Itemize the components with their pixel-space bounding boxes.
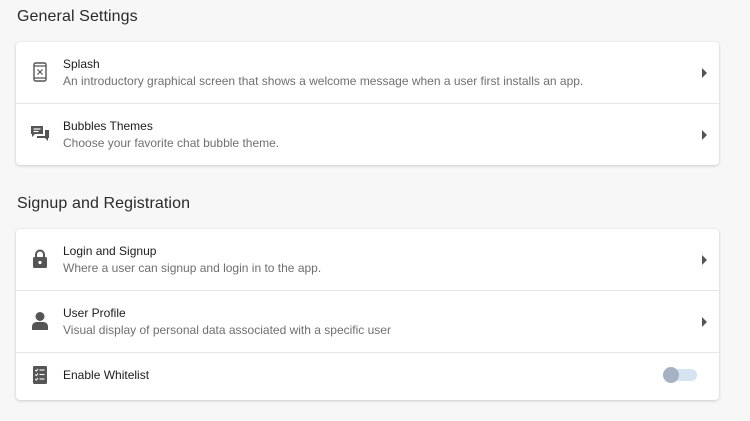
settings-item-text: User Profile Visual display of personal …: [63, 305, 679, 339]
settings-item-login-signup[interactable]: Login and Signup Where a user can signup…: [16, 229, 719, 291]
settings-page: General Settings Splash An introductory …: [0, 0, 750, 421]
chevron-right-icon[interactable]: [702, 130, 707, 140]
chat-bubbles-icon: [30, 124, 50, 144]
general-settings-card: Splash An introductory graphical screen …: [16, 42, 719, 165]
settings-item-title: Splash: [63, 57, 100, 71]
chevron-right-icon[interactable]: [702, 68, 707, 78]
settings-item-title: Login and Signup: [63, 244, 157, 258]
settings-item-description: Visual display of personal data associat…: [63, 323, 391, 337]
whitelist-toggle[interactable]: [663, 367, 697, 383]
section-title-general-settings: General Settings: [17, 8, 138, 25]
user-icon: [30, 311, 50, 331]
checklist-icon: [30, 365, 50, 385]
settings-item-splash[interactable]: Splash An introductory graphical screen …: [16, 42, 719, 104]
section-title-signup-registration: Signup and Registration: [17, 195, 191, 212]
settings-item-text: Bubbles Themes Choose your favorite chat…: [63, 118, 679, 152]
settings-item-title: Enable Whitelist: [63, 368, 150, 382]
settings-item-description: An introductory graphical screen that sh…: [63, 74, 584, 88]
settings-item-title: Bubbles Themes: [63, 119, 153, 133]
settings-item-text: Splash An introductory graphical screen …: [63, 56, 679, 90]
chevron-right-icon[interactable]: [702, 317, 707, 327]
settings-item-text: Enable Whitelist: [63, 367, 679, 383]
signup-registration-card: Login and Signup Where a user can signup…: [16, 229, 719, 400]
settings-item-enable-whitelist: Enable Whitelist: [16, 353, 719, 399]
phone-screen-icon: [30, 62, 50, 82]
toggle-thumb: [663, 367, 679, 383]
settings-item-description: Choose your favorite chat bubble theme.: [63, 136, 280, 150]
settings-item-text: Login and Signup Where a user can signup…: [63, 243, 679, 277]
settings-item-title: User Profile: [63, 306, 126, 320]
settings-item-description: Where a user can signup and login in to …: [63, 261, 322, 275]
settings-item-bubbles-themes[interactable]: Bubbles Themes Choose your favorite chat…: [16, 104, 719, 165]
chevron-right-icon[interactable]: [702, 255, 707, 265]
settings-item-user-profile[interactable]: User Profile Visual display of personal …: [16, 291, 719, 353]
lock-icon: [30, 249, 50, 269]
